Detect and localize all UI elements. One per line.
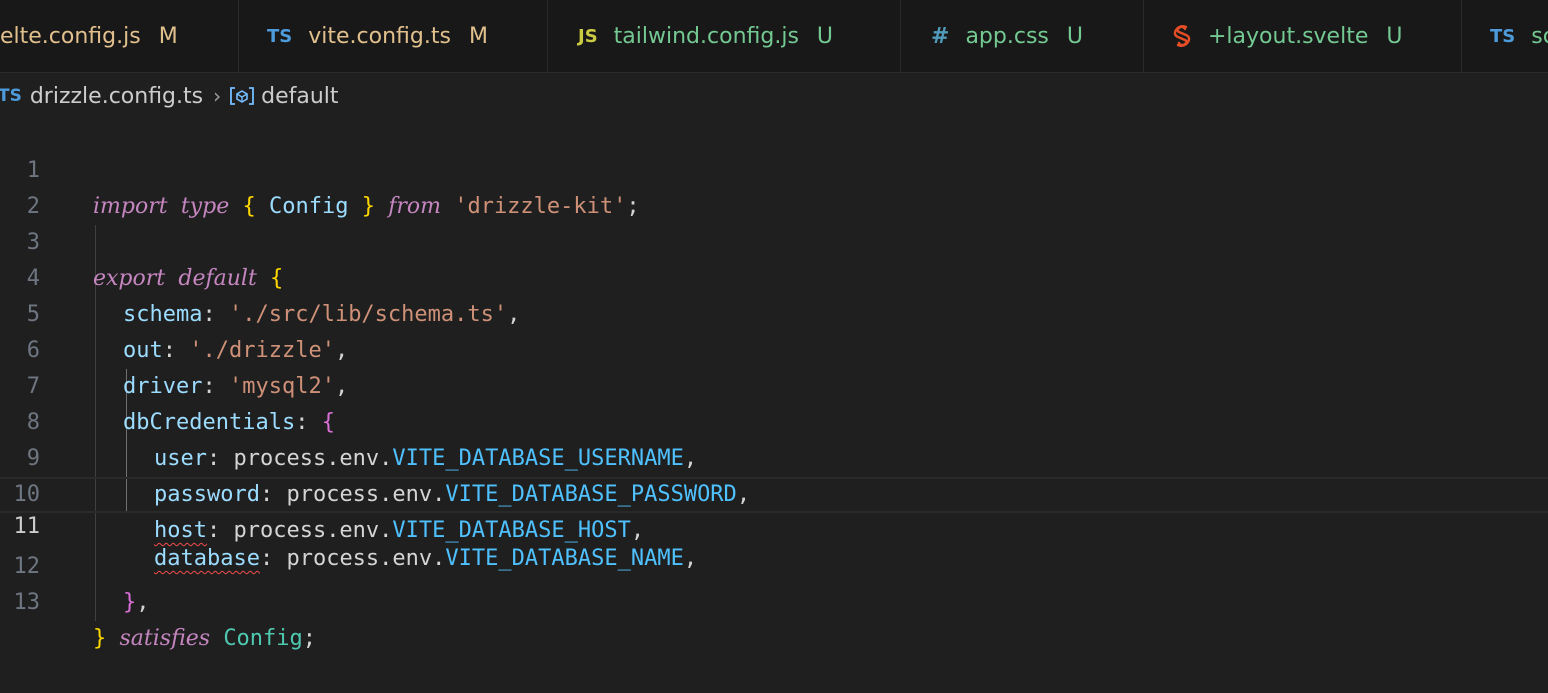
code-text: } satisfies Config; [93,626,317,651]
tab-vite-config[interactable]: TS vite.config.ts M [239,0,548,72]
code-line: 5 out: './drizzle', [0,261,1548,363]
tab-layout-svelte[interactable]: +layout.svelte U [1144,0,1462,72]
tab-status-badge: M [158,23,178,49]
svelte-file-icon [1172,24,1192,48]
tab-filename: elte.config.js [0,23,141,49]
code-editor[interactable]: 1 import type { Config } from 'drizzle-k… [0,117,1548,651]
code-line: 7 dbCredentials: { [0,333,1548,435]
breadcrumb-file[interactable]: drizzle.config.ts [30,84,203,109]
code-line: 2 [0,153,1548,219]
editor-tab-bar: elte.config.js M TS vite.config.ts M JS … [0,0,1548,73]
chevron-right-icon: › [213,84,222,108]
tab-filename: tailwind.config.js [613,23,799,49]
css-file-icon: # [931,23,950,49]
tab-status-badge: U [1066,23,1083,49]
tab-filename: app.css [965,23,1049,49]
typescript-file-icon: TS [0,86,22,106]
symbol-variable-icon [229,85,255,107]
tab-partial[interactable]: TS sc [1462,0,1548,72]
code-line-current: 11 database: process.env.VITE_DATABASE_N… [0,477,1548,571]
tab-status-badge: U [816,23,834,49]
code-line: 10 host: process.env.VITE_DATABASE_HOST, [0,441,1548,543]
code-line: 8 user: process.env.VITE_DATABASE_USERNA… [0,369,1548,471]
code-line: 4 schema: './src/lib/schema.ts', [0,225,1548,327]
breadcrumb: TS drizzle.config.ts › default [0,78,339,114]
tab-app-css[interactable]: # app.css U [901,0,1144,72]
code-line: 12 }, [0,513,1548,615]
tab-filename: +layout.svelte [1208,23,1369,49]
javascript-file-icon: JS [578,25,598,47]
tab-tailwind-config[interactable]: JS tailwind.config.js U [548,0,901,72]
line-number: 13 [13,590,41,615]
code-line: 9 password: process.env.VITE_DATABASE_PA… [0,405,1548,507]
typescript-file-icon: TS [1490,25,1516,47]
code-text: }, [123,590,150,615]
code-line: 6 driver: 'mysql2', [0,297,1548,399]
code-line: 3 export default { [0,189,1548,291]
code-line: 13 } satisfies Config; [0,549,1548,651]
breadcrumb-symbol[interactable]: default [261,84,338,109]
tab-svelte-config[interactable]: elte.config.js M [0,0,239,72]
tab-filename: sc [1531,23,1548,49]
tab-status-badge: M [468,23,488,49]
code-line: 1 import type { Config } from 'drizzle-k… [0,117,1548,219]
typescript-file-icon: TS [267,25,293,47]
tab-filename: vite.config.ts [308,23,451,49]
tab-status-badge: U [1386,23,1403,49]
